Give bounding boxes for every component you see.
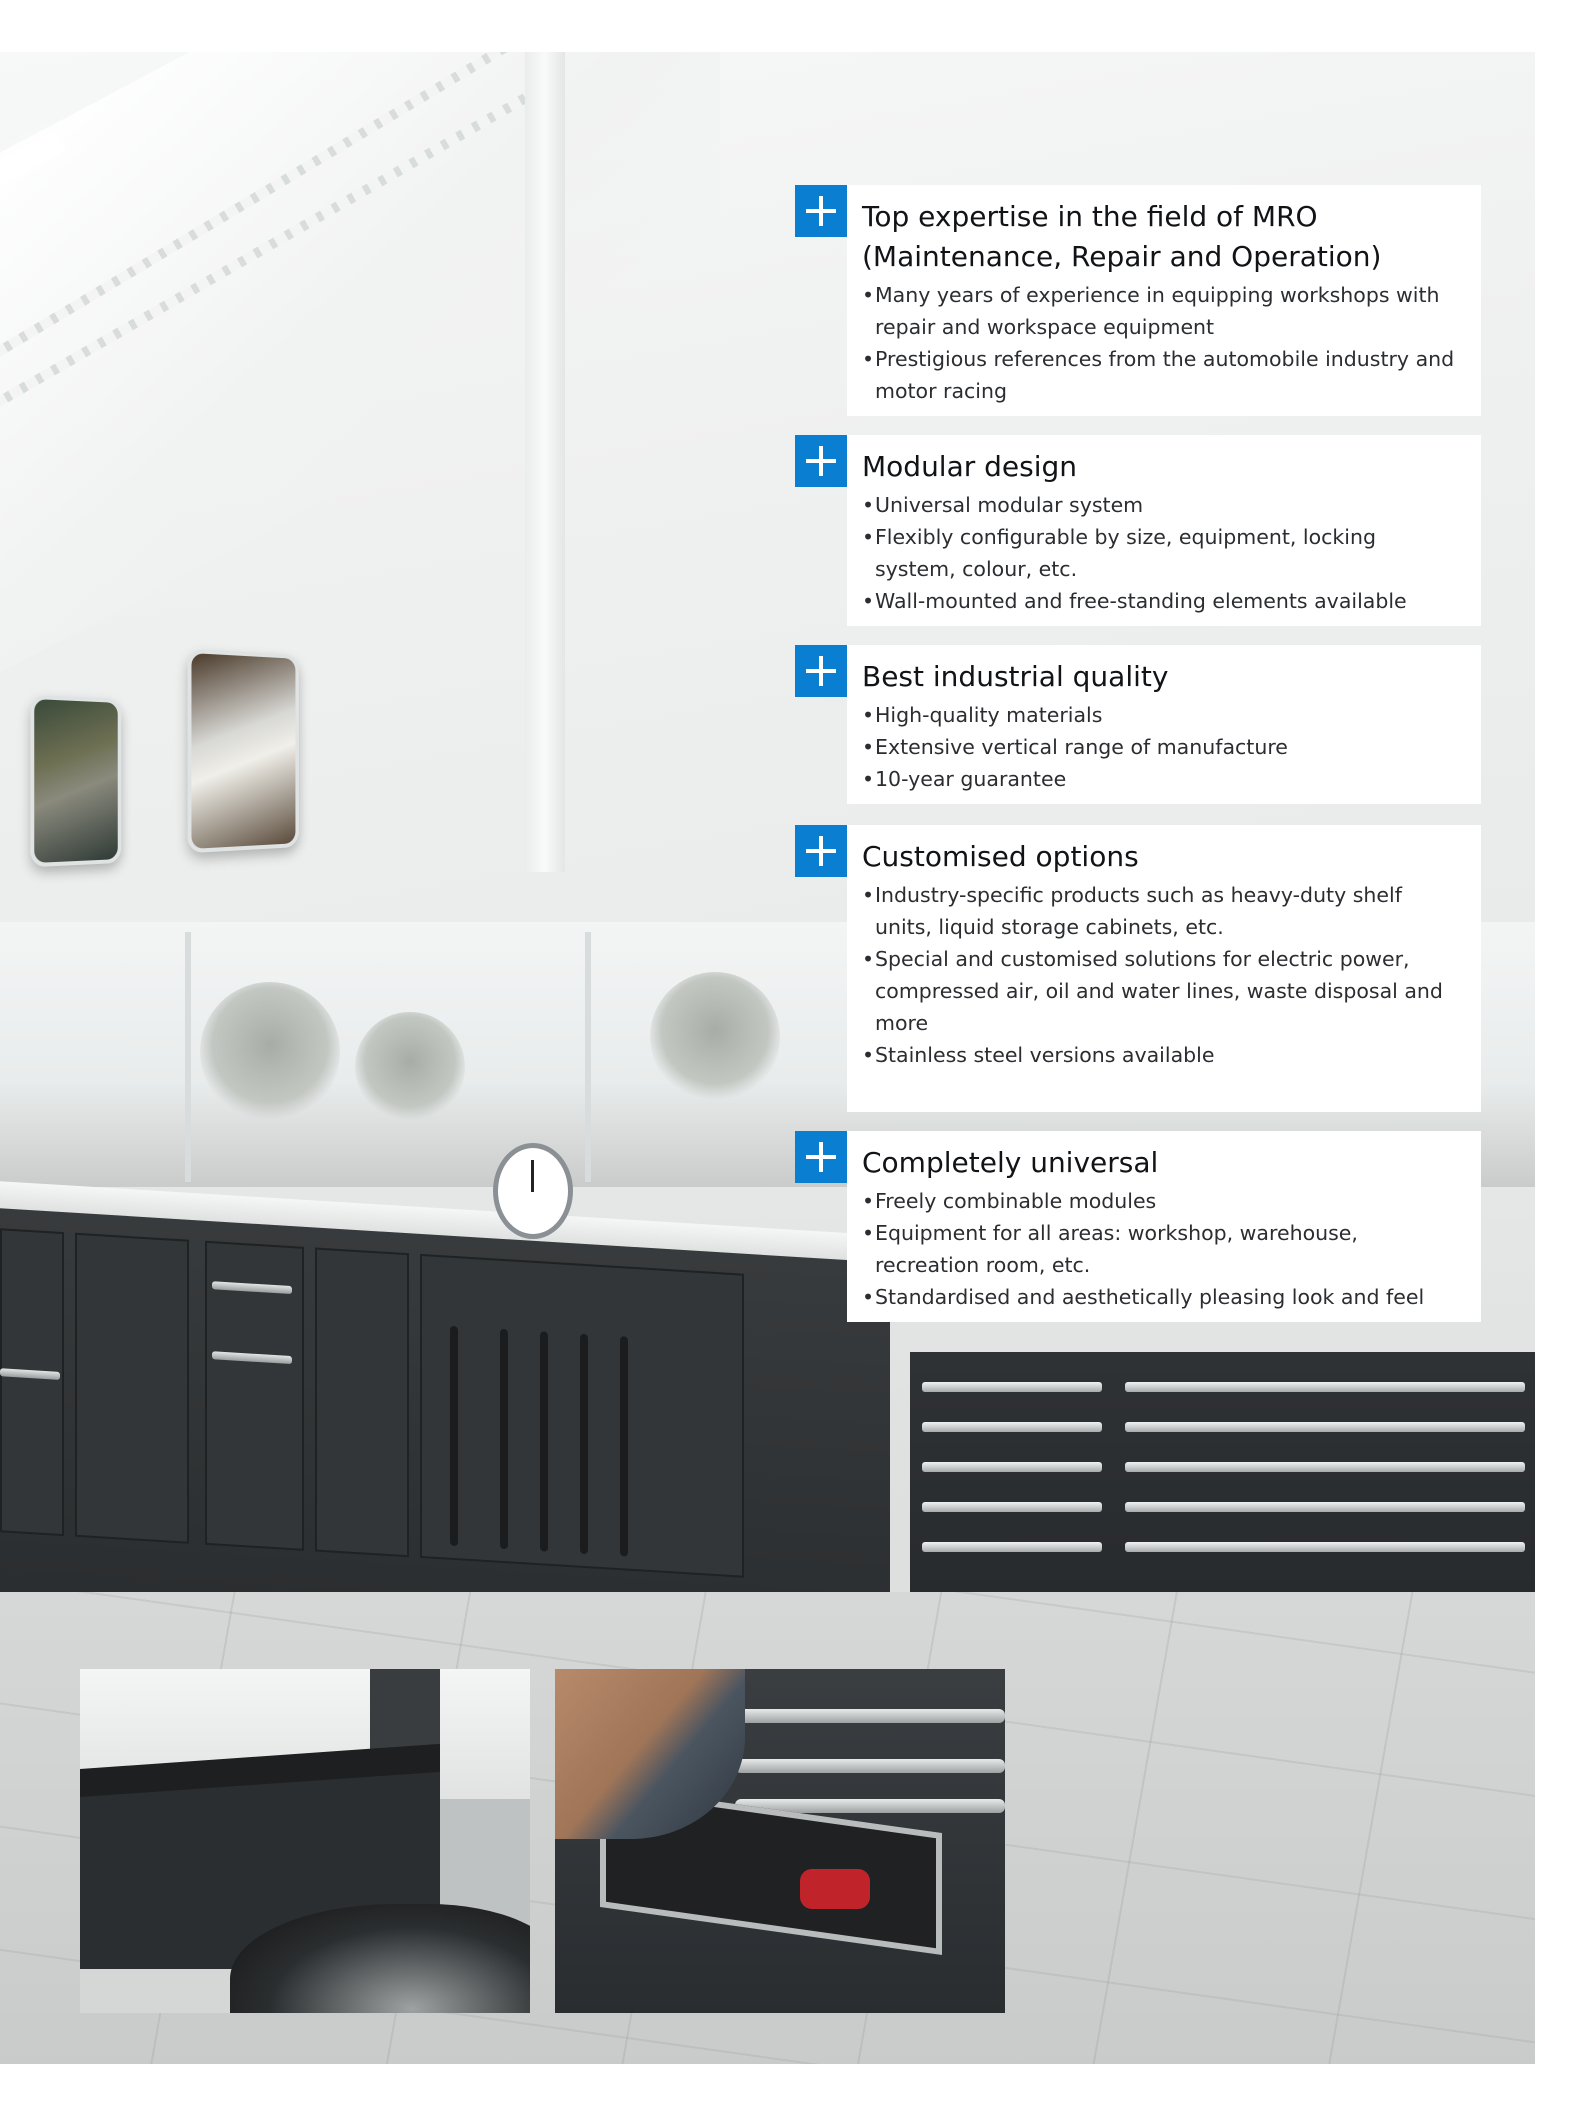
panel-title: Customised options: [862, 840, 1139, 873]
plus-icon: [795, 825, 847, 877]
plus-icon: [795, 185, 847, 237]
cabinet-drawer: [922, 1382, 1102, 1392]
list-item: Many years of experience in equipping wo…: [862, 279, 1461, 343]
list-item: Stainless steel versions available: [862, 1039, 1461, 1071]
hose: [540, 1331, 548, 1552]
feature-list: Freely combinable modules Equipment for …: [862, 1185, 1461, 1313]
panel-title: Modular design: [862, 450, 1078, 483]
tree: [650, 972, 780, 1102]
cabinet-drawer: [922, 1542, 1102, 1552]
feature-panel-modular: Modular design Universal modular system …: [795, 435, 1481, 626]
window-frame: [585, 932, 591, 1182]
panel-title: Best industrial quality: [862, 660, 1169, 693]
feature-list: Universal modular system Flexibly config…: [862, 489, 1461, 617]
feature-panel-quality: Best industrial quality High-quality mat…: [795, 645, 1481, 804]
wall-clock: [493, 1143, 573, 1239]
cabinet-door: [75, 1232, 189, 1544]
thumbnail-drawer-handle: [735, 1759, 1005, 1773]
list-item: High-quality materials: [862, 699, 1461, 731]
cabinet-drawer: [922, 1502, 1102, 1512]
cabinet-drawer: [1125, 1462, 1525, 1472]
feature-panel-universal: Completely universal Freely combinable m…: [795, 1131, 1481, 1322]
feature-panel-customised: Customised options Industry-specific pro…: [795, 825, 1481, 1112]
cabinet-drawer: [922, 1422, 1102, 1432]
cabinet-door: [0, 1228, 64, 1537]
feature-panel-expertise: Top expertise in the field of MRO (Maint…: [795, 185, 1481, 416]
feature-list: Many years of experience in equipping wo…: [862, 279, 1461, 407]
feature-list: Industry-specific products such as heavy…: [862, 879, 1461, 1071]
hose: [450, 1325, 458, 1547]
list-item: Equipment for all areas: workshop, wareh…: [862, 1217, 1461, 1281]
ceiling-beam: [525, 52, 565, 872]
list-item: Prestigious references from the automobi…: [862, 343, 1461, 407]
hose: [620, 1336, 628, 1557]
cabinet-drawer: [1125, 1382, 1525, 1392]
tree: [200, 982, 340, 1122]
cabinet-door: [315, 1247, 409, 1558]
list-item: Wall-mounted and free-standing elements …: [862, 585, 1461, 617]
panel-title: Completely universal: [862, 1146, 1159, 1179]
panel-title: Top expertise in the field of MRO (Maint…: [862, 200, 1382, 273]
thumbnail-tool: [800, 1869, 870, 1909]
tree: [355, 1012, 465, 1122]
list-item: Special and customised solutions for ele…: [862, 943, 1461, 1039]
list-item: Extensive vertical range of manufacture: [862, 731, 1461, 763]
window-frame: [185, 932, 191, 1182]
thumbnail-drawer-handle: [735, 1709, 1005, 1723]
list-item: Freely combinable modules: [862, 1185, 1461, 1217]
feature-list: High-quality materials Extensive vertica…: [862, 699, 1461, 795]
drawer-thumbnail: [555, 1669, 1005, 2013]
workbench-thumbnail: [80, 1669, 530, 2013]
cabinet-drawer: [1125, 1502, 1525, 1512]
plus-icon: [795, 1131, 847, 1183]
plus-icon: [795, 645, 847, 697]
hose: [500, 1328, 508, 1550]
list-item: Universal modular system: [862, 489, 1461, 521]
plus-icon: [795, 435, 847, 487]
hose: [580, 1333, 588, 1555]
list-item: 10-year guarantee: [862, 763, 1461, 795]
cabinet-drawer: [1125, 1542, 1525, 1552]
wall-picture: [187, 648, 299, 854]
wall-picture: [30, 694, 122, 868]
list-item: Standardised and aesthetically pleasing …: [862, 1281, 1461, 1313]
list-item: Industry-specific products such as heavy…: [862, 879, 1461, 943]
cabinet-drawer: [922, 1462, 1102, 1472]
cabinet-drawer: [1125, 1422, 1525, 1432]
list-item: Flexibly configurable by size, equipment…: [862, 521, 1461, 585]
